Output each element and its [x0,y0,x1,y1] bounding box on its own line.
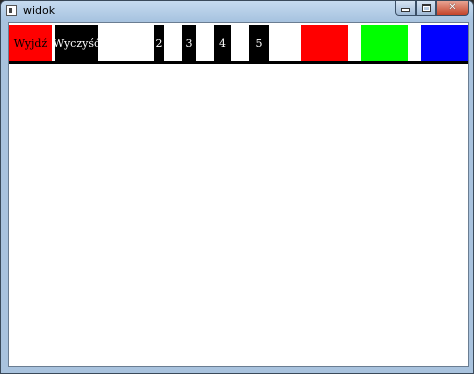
clear-button[interactable]: Wyczyść [52,25,101,61]
brush-size-label: 4 [219,36,226,50]
maximize-button[interactable] [416,1,436,16]
minimize-button[interactable] [395,1,416,16]
app-window-icon[interactable] [6,5,17,16]
close-button[interactable]: ✕ [436,1,469,16]
app-window: widok ✕ Wyjdź Wyczyść 2 3 4 5 [0,0,474,374]
exit-button[interactable]: Wyjdź [9,25,52,61]
toolbar-divider [9,61,468,64]
window-title: widok [23,4,56,17]
brush-size-4-button[interactable]: 4 [214,25,231,61]
window-bottom-border[interactable] [1,367,473,373]
color-blue-button[interactable] [421,25,468,61]
exit-button-label: Wyjdź [13,36,48,50]
brush-size-2-button[interactable]: 2 [154,25,164,61]
color-red-button[interactable] [301,25,348,61]
caption-buttons: ✕ [395,1,469,16]
brush-size-3-button[interactable]: 3 [182,25,196,61]
brush-size-label: 3 [185,36,193,50]
drawing-panel[interactable]: Wyjdź Wyczyść 2 3 4 5 [8,22,469,367]
color-green-button[interactable] [361,25,408,61]
title-bar[interactable]: widok ✕ [1,1,473,21]
brush-size-5-button[interactable]: 5 [249,25,269,61]
brush-size-label: 2 [155,36,163,50]
clear-button-label: Wyczyść [52,36,101,50]
brush-size-label: 5 [255,36,263,50]
close-icon: ✕ [448,2,457,13]
